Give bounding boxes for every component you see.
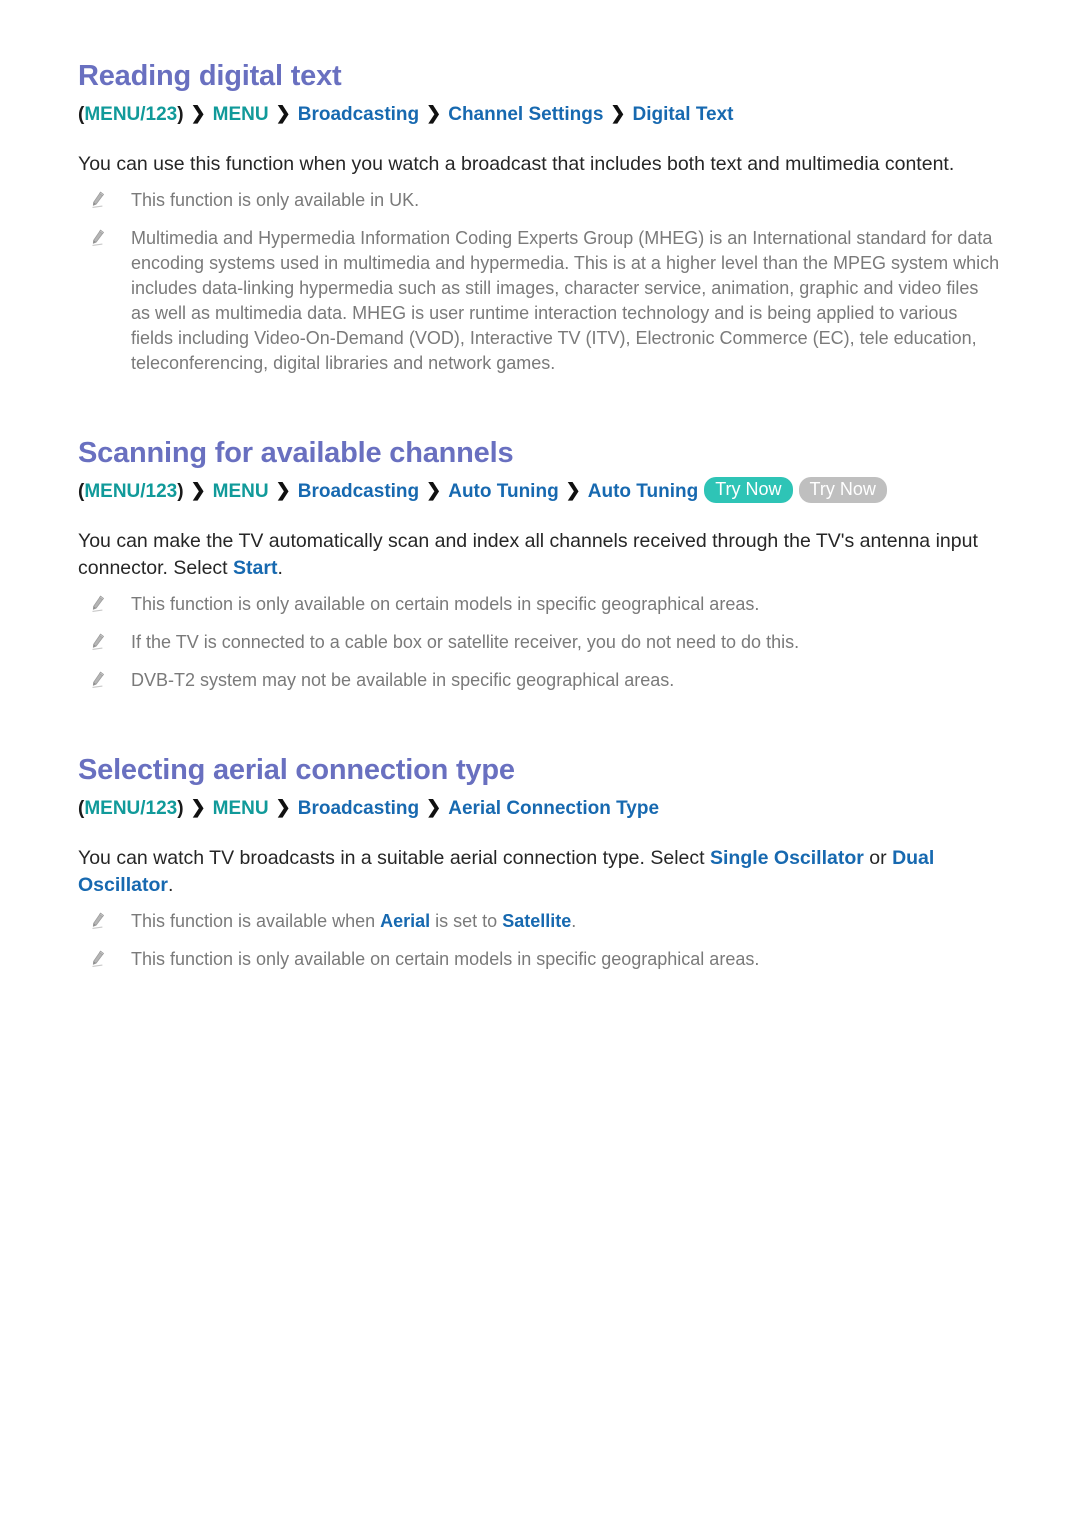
- pencil-icon: [88, 594, 108, 614]
- sections-container: Reading digital text (MENU/123) ❯ MENU ❯ Broa…: [78, 58, 1002, 997]
- note-list: This function is only available in UK. Mu…: [78, 188, 1002, 376]
- note-list: This function is only available on certa…: [78, 592, 1002, 693]
- inline-text: Multimedia and Hypermedia Information Co…: [131, 228, 1000, 373]
- note-item: This function is only available on certa…: [78, 947, 1002, 972]
- breadcrumb-separator-icon: ❯: [610, 103, 626, 123]
- inline-text: or: [863, 847, 893, 869]
- breadcrumb-item[interactable]: Broadcasting: [298, 798, 419, 819]
- manual-section: Reading digital text (MENU/123) ❯ MENU ❯ Broa…: [78, 58, 1002, 435]
- breadcrumb-separator-icon: ❯: [190, 103, 206, 123]
- note-text: This function is available when Aerial i…: [131, 911, 576, 931]
- section-heading: Reading digital text: [78, 60, 342, 92]
- breadcrumb: (MENU/123) ❯ MENU ❯ Broadcasting ❯ Auto Tuning…: [78, 476, 1002, 506]
- body-paragraph: You can make the TV automatically scan a…: [78, 528, 1002, 582]
- breadcrumb-separator-icon: ❯: [190, 797, 206, 817]
- breadcrumb-item[interactable]: MENU/123: [84, 104, 177, 125]
- note-item: Multimedia and Hypermedia Information Co…: [78, 226, 1002, 376]
- breadcrumb: (MENU/123) ❯ MENU ❯ Broadcasting ❯ Channel Set…: [78, 100, 1002, 129]
- breadcrumb-item[interactable]: Auto Tuning: [448, 481, 558, 502]
- pencil-icon: [88, 670, 108, 690]
- breadcrumb: (MENU/123) ❯ MENU ❯ Broadcasting ❯ Aerial Conn…: [78, 794, 1002, 823]
- note-text: This function is only available on certa…: [131, 949, 759, 969]
- manual-section: Selecting aerial connection type (MENU/12…: [78, 752, 1002, 997]
- note-item: DVB-T2 system may not be available in sp…: [78, 668, 1002, 693]
- breadcrumb-item[interactable]: Channel Settings: [448, 104, 603, 125]
- breadcrumb-separator-icon: ❯: [275, 103, 291, 123]
- note-text: This function is only available on certa…: [131, 594, 759, 614]
- inline-text: This function is available when: [131, 911, 381, 931]
- note-text: Multimedia and Hypermedia Information Co…: [131, 228, 999, 373]
- breadcrumb-item[interactable]: Aerial Connection Type: [448, 798, 659, 819]
- breadcrumb-separator-icon: ❯: [275, 797, 291, 817]
- breadcrumb-separator-icon: ❯: [565, 480, 581, 500]
- inline-highlight: Aerial: [380, 911, 431, 931]
- breadcrumb-separator-icon: ❯: [190, 480, 206, 500]
- inline-text: .: [167, 874, 174, 896]
- manual-page: Reading digital text (MENU/123) ❯ MENU ❯ Broa…: [0, 0, 1080, 1527]
- inline-text: .: [571, 911, 577, 931]
- try-now-badge[interactable]: Try Now: [798, 476, 887, 503]
- inline-text: This function is only available on certa…: [131, 949, 760, 969]
- section-heading: Selecting aerial connection type: [78, 754, 515, 786]
- body-paragraph: You can watch TV broadcasts in a suitabl…: [78, 845, 1002, 899]
- breadcrumb-separator-icon: ❯: [275, 480, 291, 500]
- note-item: This function is only available in UK.: [78, 188, 1002, 213]
- inline-text: This function is only available on certa…: [131, 594, 760, 614]
- breadcrumb-item[interactable]: MENU: [213, 104, 269, 125]
- breadcrumb-paren-close: ): [177, 798, 184, 819]
- breadcrumb-item[interactable]: Digital Text: [633, 104, 734, 125]
- inline-highlight: Start: [233, 557, 278, 579]
- inline-text: If the TV is connected to a cable box or…: [131, 632, 800, 652]
- breadcrumb-item[interactable]: MENU: [213, 481, 269, 502]
- pencil-icon: [88, 228, 108, 248]
- breadcrumb-item[interactable]: Auto Tuning: [588, 481, 698, 502]
- breadcrumb-item[interactable]: Broadcasting: [298, 104, 419, 125]
- inline-highlight: Satellite: [502, 911, 572, 931]
- breadcrumb-separator-icon: ❯: [426, 103, 442, 123]
- note-item: If the TV is connected to a cable box or…: [78, 630, 1002, 655]
- inline-text: You can watch TV broadcasts in a suitabl…: [78, 847, 710, 869]
- section-heading: Scanning for available channels: [78, 437, 514, 469]
- inline-text: DVB-T2 system may not be available in sp…: [131, 670, 675, 690]
- pencil-icon: [88, 911, 108, 931]
- pencil-icon: [88, 949, 108, 969]
- inline-text: is set to: [430, 911, 503, 931]
- inline-highlight: Single Oscillator: [709, 847, 864, 869]
- note-item: This function is available when Aerial i…: [78, 909, 1002, 934]
- body-paragraph: You can use this function when you watch…: [78, 151, 1002, 178]
- breadcrumb-paren-close: ): [177, 481, 184, 502]
- breadcrumb-item[interactable]: Broadcasting: [298, 481, 419, 502]
- breadcrumb-item[interactable]: MENU: [213, 798, 269, 819]
- manual-section: Scanning for available channels (MENU/123…: [78, 435, 1002, 752]
- breadcrumb-item[interactable]: MENU/123: [84, 798, 177, 819]
- pencil-icon: [88, 190, 108, 210]
- note-text: DVB-T2 system may not be available in sp…: [131, 670, 674, 690]
- inline-text: .: [277, 557, 283, 579]
- note-text: If the TV is connected to a cable box or…: [131, 632, 799, 652]
- pencil-icon: [88, 632, 108, 652]
- breadcrumb-paren-close: ): [177, 104, 184, 125]
- breadcrumb-separator-icon: ❯: [426, 480, 442, 500]
- inline-text: You can make the TV automatically scan a…: [78, 530, 978, 579]
- note-list: This function is available when Aerial i…: [78, 909, 1002, 972]
- breadcrumb-separator-icon: ❯: [426, 797, 442, 817]
- try-now-badge[interactable]: Try Now: [704, 476, 793, 503]
- note-item: This function is only available on certa…: [78, 592, 1002, 617]
- breadcrumb-item[interactable]: MENU/123: [84, 481, 177, 502]
- inline-text: You can use this function when you watch…: [78, 153, 955, 175]
- inline-text: This function is only available in UK.: [131, 190, 420, 210]
- note-text: This function is only available in UK.: [131, 190, 419, 210]
